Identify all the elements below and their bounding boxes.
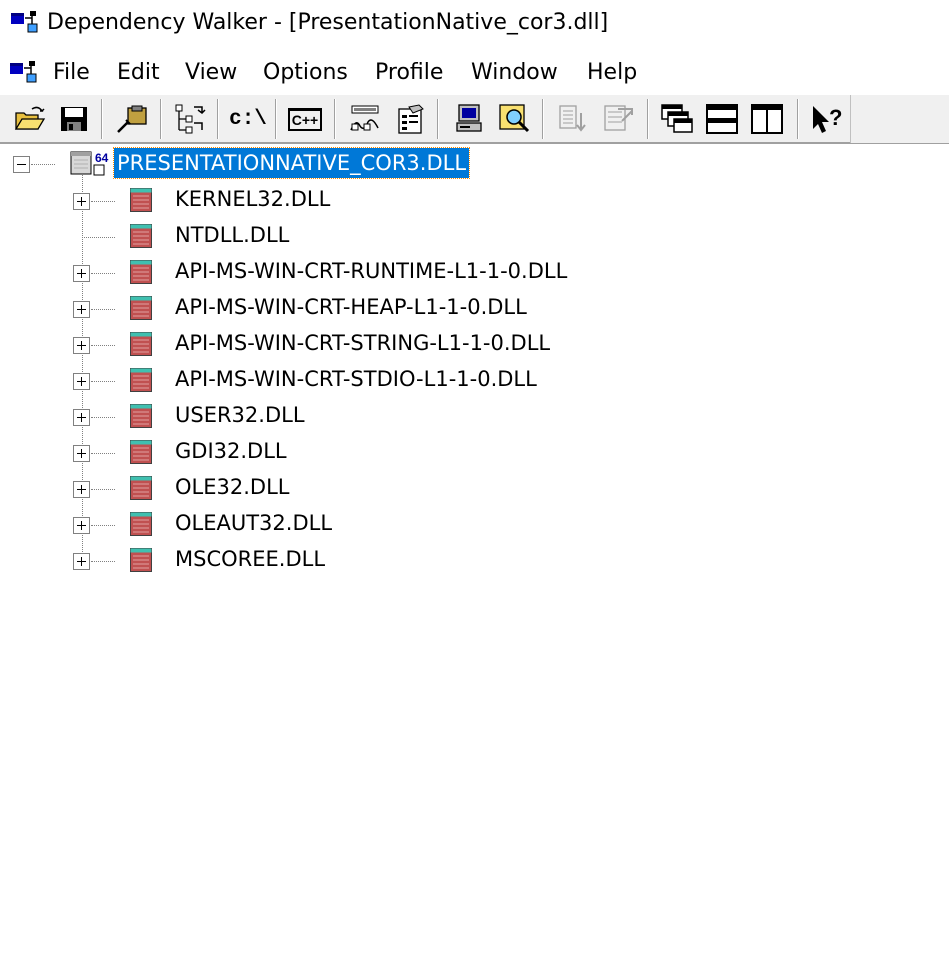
- expand-toggle[interactable]: [73, 301, 90, 318]
- tile-vertical-icon: [751, 104, 783, 134]
- path-icon: c:\: [229, 107, 267, 131]
- dll-module-icon: [130, 188, 152, 212]
- view-modules-icon: [350, 105, 379, 131]
- undecorate-button[interactable]: C++: [287, 101, 323, 137]
- context-help-button[interactable]: ?: [809, 101, 845, 137]
- save-icon: [61, 107, 87, 131]
- expand-toggle[interactable]: [73, 265, 90, 282]
- highlight-module-button[interactable]: [600, 101, 636, 137]
- dll-module-icon: [130, 512, 152, 536]
- dll-module-icon: [130, 368, 152, 392]
- system-information-icon: [456, 104, 482, 132]
- tile-horizontal-icon: [706, 104, 738, 134]
- dll-module-icon: [130, 476, 152, 500]
- toolbar-spacer: [850, 95, 949, 143]
- dll-module-icon: [130, 440, 152, 464]
- dll-module-icon: [130, 404, 152, 428]
- expand-toggle[interactable]: [73, 517, 90, 534]
- external-viewer-button[interactable]: [497, 101, 533, 137]
- expand-toggle[interactable]: [73, 337, 90, 354]
- window-title: Dependency Walker - [PresentationNative_…: [47, 10, 609, 35]
- dll-64bit-icon: 64: [70, 151, 109, 176]
- module-tree-button[interactable]: [172, 101, 208, 137]
- dependency-walker-icon: [11, 11, 38, 33]
- help-icon: ?: [813, 105, 842, 133]
- tree-item-label: OLEAUT32.DLL: [175, 511, 333, 535]
- open-button[interactable]: [12, 101, 48, 137]
- expand-toggle[interactable]: [73, 193, 90, 210]
- tree-item-label: USER32.DLL: [175, 403, 305, 427]
- cascade-button[interactable]: [659, 101, 695, 137]
- tree-item-label: API-MS-WIN-CRT-STRING-L1-1-0.DLL: [175, 331, 551, 355]
- view-full-paths-icon: [175, 104, 206, 134]
- external-viewer-icon: [499, 104, 530, 133]
- tree-item-label: NTDLL.DLL: [175, 223, 290, 247]
- copy-icon: [117, 105, 147, 133]
- view-modules-button[interactable]: [347, 101, 383, 137]
- tree-item-ole32[interactable]: OLE32.DLL: [0, 471, 949, 507]
- module-dependency-tree: 64 PRESENTATIONNATIVE_COR3.DLL KERNEL32.…: [0, 146, 949, 969]
- undecorate-cpp-icon: C++: [287, 107, 323, 131]
- dll-module-icon: [130, 332, 152, 356]
- highlight-matching-item-icon: [559, 105, 586, 132]
- tree-item-label: API-MS-WIN-CRT-RUNTIME-L1-1-0.DLL: [175, 259, 568, 283]
- tile-vertical-button[interactable]: [749, 101, 785, 137]
- tree-item-label: OLE32.DLL: [175, 475, 290, 499]
- highlight-module-icon: [604, 105, 633, 131]
- toolbar: c:\ C++ ?: [0, 94, 949, 144]
- tree-item-crt-string[interactable]: API-MS-WIN-CRT-STRING-L1-1-0.DLL: [0, 327, 949, 363]
- title-bar: Dependency Walker - [PresentationNative_…: [0, 0, 949, 48]
- dll-module-icon: [130, 260, 152, 284]
- dependency-walker-icon[interactable]: [9, 60, 41, 86]
- tree-item-label: API-MS-WIN-CRT-STDIO-L1-1-0.DLL: [175, 367, 537, 391]
- menu-help[interactable]: Help: [585, 59, 639, 87]
- tile-horizontal-button[interactable]: [704, 101, 740, 137]
- system-information-button[interactable]: [451, 101, 487, 137]
- tree-item-label: KERNEL32.DLL: [175, 187, 331, 211]
- previous-window-icon: [661, 104, 693, 133]
- tree-item-gdi32[interactable]: GDI32.DLL: [0, 435, 949, 471]
- tree-item-oleaut32[interactable]: OLEAUT32.DLL: [0, 507, 949, 543]
- root-module-label[interactable]: PRESENTATIONNATIVE_COR3.DLL: [112, 147, 471, 179]
- svg-text:64: 64: [95, 151, 109, 165]
- open-icon: [14, 106, 46, 130]
- menu-edit[interactable]: Edit: [115, 59, 162, 87]
- menu-bar: File Edit View Options Profile Window He…: [0, 55, 949, 91]
- expand-toggle[interactable]: [73, 481, 90, 498]
- tree-item-crt-stdio[interactable]: API-MS-WIN-CRT-STDIO-L1-1-0.DLL: [0, 363, 949, 399]
- tree-item-label: GDI32.DLL: [175, 439, 287, 463]
- expand-toggle[interactable]: [73, 445, 90, 462]
- highlight-matching-button[interactable]: [555, 101, 591, 137]
- menu-options[interactable]: Options: [261, 59, 350, 87]
- tree-item-crt-runtime[interactable]: API-MS-WIN-CRT-RUNTIME-L1-1-0.DLL: [0, 255, 949, 291]
- full-paths-button[interactable]: c:\: [229, 101, 267, 137]
- tree-item-label: API-MS-WIN-CRT-HEAP-L1-1-0.DLL: [175, 295, 527, 319]
- dll-module-icon: [130, 296, 152, 320]
- menu-window[interactable]: Window: [469, 59, 560, 87]
- properties-icon: [398, 104, 424, 134]
- tree-item-mscoree[interactable]: MSCOREE.DLL: [0, 543, 949, 579]
- tree-item-user32[interactable]: USER32.DLL: [0, 399, 949, 435]
- copy-button[interactable]: [114, 101, 150, 137]
- expand-toggle[interactable]: [73, 553, 90, 570]
- menu-profile[interactable]: Profile: [373, 59, 445, 87]
- dll-module-icon: [130, 548, 152, 572]
- tree-item-label: MSCOREE.DLL: [175, 547, 326, 571]
- tree-item-crt-heap[interactable]: API-MS-WIN-CRT-HEAP-L1-1-0.DLL: [0, 291, 949, 327]
- expand-toggle[interactable]: [73, 373, 90, 390]
- svg-text:?: ?: [829, 105, 842, 130]
- save-button[interactable]: [56, 101, 92, 137]
- menu-file[interactable]: File: [51, 59, 92, 87]
- tree-item-kernel32[interactable]: KERNEL32.DLL: [0, 183, 949, 219]
- properties-button[interactable]: [392, 101, 428, 137]
- tree-root-row[interactable]: 64 PRESENTATIONNATIVE_COR3.DLL: [0, 147, 949, 183]
- tree-item-ntdll[interactable]: NTDLL.DLL: [0, 219, 949, 255]
- menu-view[interactable]: View: [183, 59, 239, 87]
- collapse-toggle[interactable]: [13, 156, 30, 173]
- expand-toggle[interactable]: [73, 409, 90, 426]
- dll-module-icon: [130, 224, 152, 248]
